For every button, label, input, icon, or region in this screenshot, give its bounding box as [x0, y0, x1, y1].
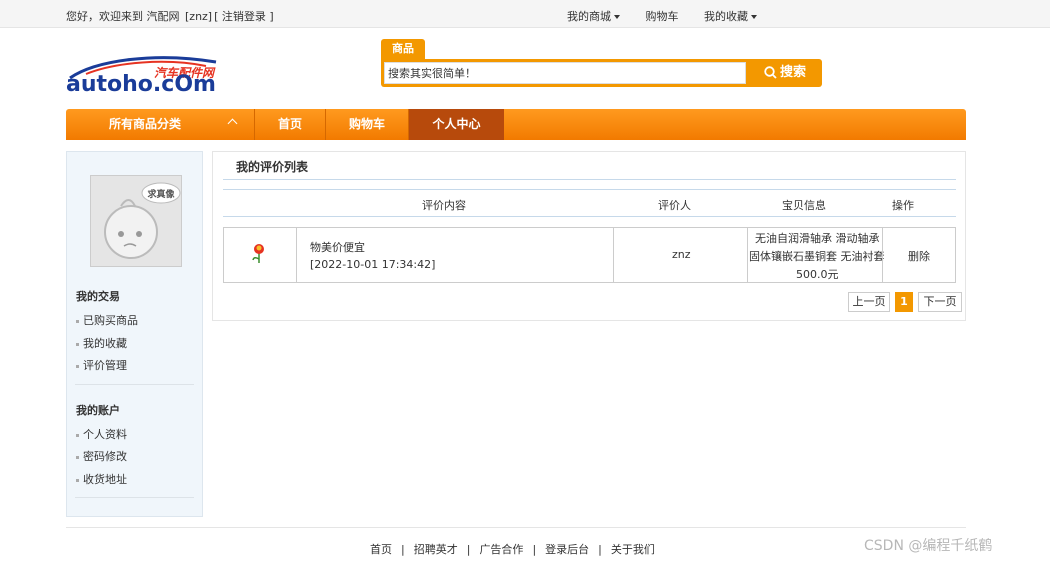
- watermark: CSDN @编程千纸鹤: [864, 538, 993, 554]
- page-title: 我的评价列表: [236, 160, 309, 174]
- top-links: 我的商城 购物车 我的收藏: [567, 8, 779, 24]
- sidebar-item-address[interactable]: 收货地址: [76, 471, 127, 487]
- bullet-icon: [76, 319, 79, 323]
- column-header-product: 宝贝信息: [782, 199, 826, 212]
- footer-link-about[interactable]: 关于我们: [611, 541, 655, 557]
- column-header-action: 操作: [892, 199, 914, 212]
- bullet-icon: [76, 364, 79, 368]
- avatar-placeholder-icon: 求真像: [104, 182, 181, 259]
- flower-icon: [250, 243, 268, 268]
- product-name-line-2[interactable]: 固体镶嵌石墨铜套 无油衬套: [749, 248, 885, 264]
- cell-divider: [296, 228, 297, 282]
- footer-links: 首页 | 招聘英才 | 广告合作 | 登录后台 | 关于我们: [370, 541, 655, 557]
- sidebar-item-favorites[interactable]: 我的收藏: [76, 335, 127, 351]
- search-icon: [764, 66, 777, 79]
- sidebar-divider: [75, 497, 194, 498]
- footer-link-careers[interactable]: 招聘英才: [414, 541, 458, 557]
- avatar-bubble-text: 求真像: [147, 188, 175, 200]
- product-name-line-1[interactable]: 无油自润滑轴承 滑动轴承: [755, 230, 880, 246]
- search-box: 搜索: [381, 59, 822, 87]
- prev-page-button[interactable]: 上一页: [848, 292, 890, 312]
- current-page[interactable]: 1: [895, 292, 913, 312]
- column-header-content: 评价内容: [422, 199, 466, 212]
- footer-separator: |: [401, 543, 405, 556]
- sidebar-item-reviews[interactable]: 评价管理: [76, 357, 127, 373]
- footer-separator: |: [532, 543, 537, 556]
- sidebar-item-password[interactable]: 密码修改: [76, 448, 127, 464]
- nav-item-home[interactable]: 首页: [255, 109, 325, 140]
- top-link-cart[interactable]: 购物车: [646, 8, 679, 24]
- bullet-icon: [76, 433, 79, 437]
- welcome-text: 您好，欢迎来到 汽配网 [znz][ 注销登录 ]: [66, 8, 276, 24]
- all-categories-menu[interactable]: 所有商品分类: [66, 109, 254, 140]
- chevron-down-icon: [751, 15, 757, 19]
- review-time: [2022-10-01 17:34:42]: [310, 258, 436, 271]
- top-link-favorites[interactable]: 我的收藏: [704, 8, 757, 24]
- footer-divider: [66, 527, 966, 528]
- top-bar: 您好，欢迎来到 汽配网 [znz][ 注销登录 ] 我的商城 购物车 我的收藏: [0, 0, 1050, 28]
- nav-item-cart[interactable]: 购物车: [326, 109, 408, 140]
- footer-separator: |: [466, 543, 471, 556]
- cell-divider: [747, 228, 748, 282]
- review-comment: 物美价便宜: [310, 241, 365, 254]
- sidebar-divider: [75, 384, 194, 385]
- chevron-down-icon: [614, 15, 620, 19]
- bullet-icon: [76, 478, 79, 482]
- bullet-icon: [76, 455, 79, 459]
- footer-link-admin[interactable]: 登录后台: [545, 541, 589, 557]
- welcome-prefix: 您好，欢迎来到 汽配网: [66, 10, 180, 23]
- product-price: 500.0元: [796, 268, 839, 281]
- title-divider: [223, 179, 956, 180]
- nav-item-user-center[interactable]: 个人中心: [409, 109, 504, 140]
- table-header: 评价内容 评价人 宝贝信息 操作: [223, 189, 956, 217]
- cell-divider: [613, 228, 614, 282]
- main-nav: 所有商品分类 首页 购物车 个人中心: [66, 109, 966, 140]
- sidebar-section-title: 我的账户: [76, 404, 120, 417]
- footer-link-ads[interactable]: 广告合作: [479, 541, 523, 557]
- logout-link[interactable]: [ 注销登录 ]: [214, 10, 274, 23]
- cell-divider: [882, 228, 883, 282]
- search-input[interactable]: [384, 62, 746, 84]
- chevron-up-icon: [227, 118, 238, 129]
- avatar: 求真像: [90, 175, 182, 267]
- footer-separator: |: [598, 543, 602, 556]
- search-button[interactable]: 搜索: [751, 62, 819, 84]
- reviewer-name: znz: [672, 248, 691, 261]
- sidebar-item-purchased[interactable]: 已购买商品: [76, 312, 138, 328]
- site-logo[interactable]: 汽车配件网 autoho.cOm: [66, 52, 236, 100]
- logo-brand-text: autoho.cOm: [66, 72, 216, 97]
- user-sidebar: 求真像 我的交易 已购买商品 我的收藏 评价管理 我的账户 个人资料 密码修改 …: [66, 151, 203, 517]
- review-list-panel: 我的评价列表 评价内容 评价人 宝贝信息 操作 物美价便宜 [2022-10-0…: [212, 151, 966, 321]
- search-tab-goods[interactable]: 商品: [381, 39, 425, 59]
- sidebar-item-profile[interactable]: 个人资料: [76, 426, 127, 442]
- delete-button[interactable]: 删除: [908, 248, 930, 264]
- table-row: 物美价便宜 [2022-10-01 17:34:42] znz 无油自润滑轴承 …: [223, 227, 956, 283]
- column-header-reviewer: 评价人: [658, 199, 691, 212]
- sidebar-section-title: 我的交易: [76, 290, 120, 303]
- username-link[interactable]: [znz]: [185, 10, 212, 23]
- next-page-button[interactable]: 下一页: [918, 292, 962, 312]
- bullet-icon: [76, 342, 79, 346]
- footer-link-home[interactable]: 首页: [370, 541, 392, 557]
- top-link-my-mall[interactable]: 我的商城: [567, 8, 620, 24]
